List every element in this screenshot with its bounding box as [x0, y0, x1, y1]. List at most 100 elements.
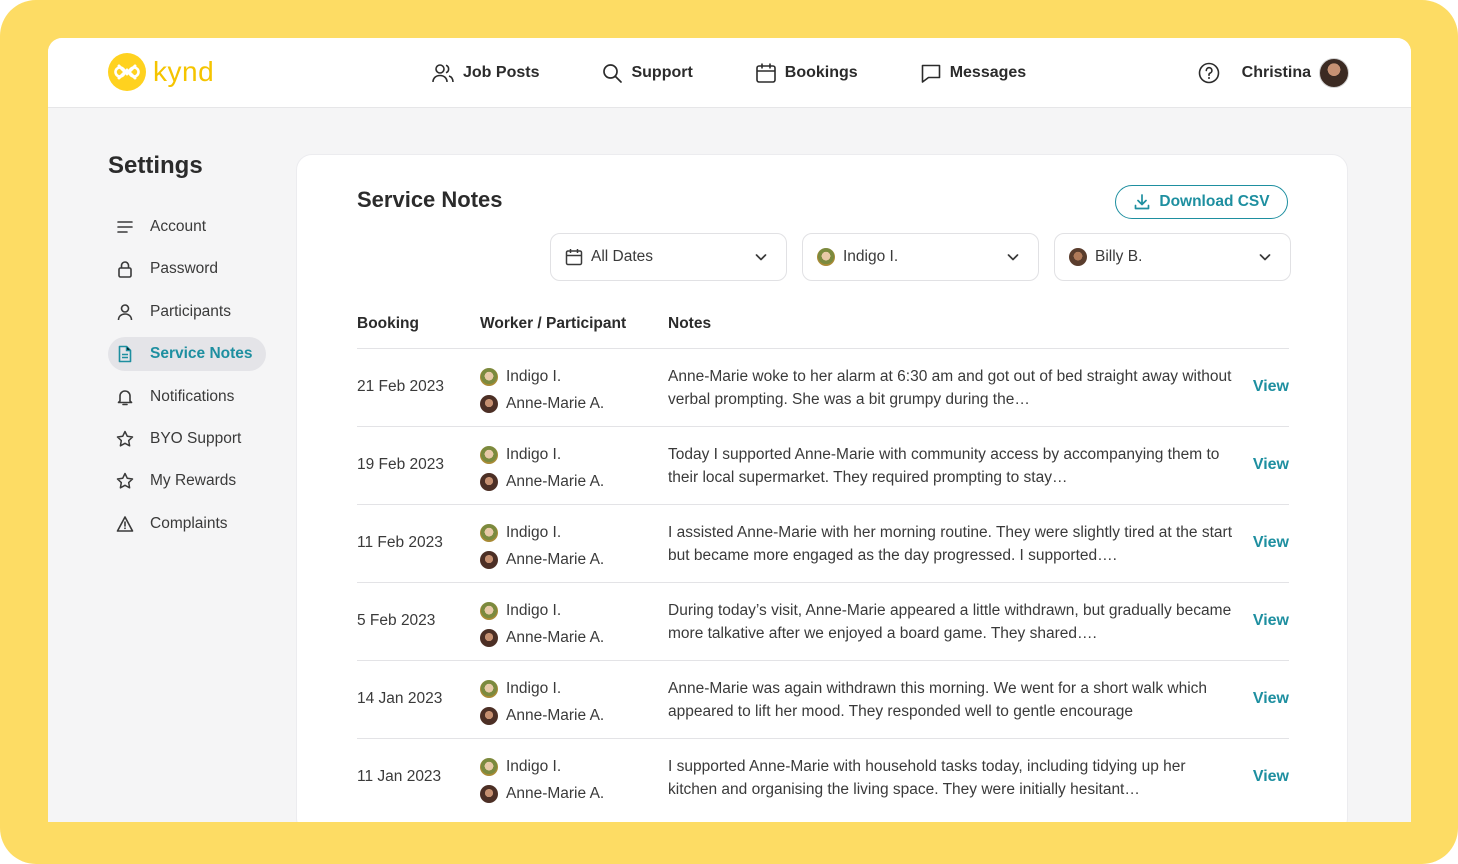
lock-icon — [116, 260, 134, 279]
sidebar-item-label: Notifications — [150, 387, 235, 405]
users-icon — [432, 64, 454, 83]
participant-avatar-icon — [1069, 248, 1087, 266]
avatar — [480, 445, 498, 464]
user-icon — [116, 303, 134, 321]
sidebar-item-password[interactable]: Password — [108, 252, 266, 286]
note-text: During today’s visit, Anne-Marie appeare… — [668, 602, 1232, 642]
settings-sidebar: Account Password Participants Service No… — [108, 210, 266, 549]
view-link[interactable]: View — [1253, 768, 1289, 786]
nav-messages-label: Messages — [949, 64, 1027, 81]
download-csv-button[interactable]: Download CSV — [1115, 185, 1288, 219]
worker: Indigo I. — [480, 519, 604, 546]
people-cell: Indigo I. Anne-Marie A. — [480, 363, 604, 417]
user-name[interactable]: Christina — [1242, 64, 1311, 82]
star-icon — [116, 430, 134, 448]
worker-name: Indigo I. — [506, 601, 562, 619]
table-row: 11 Jan 2023 Indigo I. Anne-Marie A. I su… — [357, 739, 1289, 817]
nav-support[interactable]: Support — [601, 62, 693, 84]
column-header-notes: Notes — [668, 315, 712, 332]
table-row: 11 Feb 2023 Indigo I. Anne-Marie A. I as… — [357, 505, 1289, 583]
chat-icon — [921, 64, 940, 83]
column-header-worker-participant: Worker / Participant — [480, 315, 627, 332]
avatar — [480, 628, 498, 647]
view-link[interactable]: View — [1253, 378, 1289, 396]
view-link[interactable]: View — [1253, 690, 1289, 708]
avatar — [480, 784, 498, 803]
sidebar-item-byo-support[interactable]: BYO Support — [108, 422, 266, 456]
table-row: 19 Feb 2023 Indigo I. Anne-Marie A. Toda… — [357, 427, 1289, 505]
avatar — [480, 550, 498, 569]
top-navigation-bar: kynd Job Posts Support Bookings Messages — [48, 38, 1411, 108]
participant: Anne-Marie A. — [480, 780, 604, 807]
download-icon — [1135, 194, 1150, 210]
note-text: I assisted Anne-Marie with her morning r… — [668, 524, 1233, 564]
service-notes-card: Service Notes Download CSV All Dates Ind… — [296, 154, 1348, 822]
worker: Indigo I. — [480, 363, 604, 390]
booking-date: 19 Feb 2023 — [357, 456, 445, 473]
date-filter-dropdown[interactable]: All Dates — [550, 233, 787, 281]
sidebar-item-label: BYO Support — [150, 429, 242, 447]
worker-name: Indigo I. — [506, 523, 562, 541]
kynd-logo[interactable]: kynd — [108, 52, 214, 92]
document-icon — [116, 345, 134, 363]
participant-name: Anne-Marie A. — [506, 628, 605, 646]
avatar — [480, 394, 498, 413]
filter-bar: All Dates Indigo I. Billy B. — [550, 233, 1291, 281]
participant: Anne-Marie A. — [480, 546, 604, 573]
nav-bookings-label: Bookings — [784, 64, 858, 81]
participant-filter-value: Billy B. — [1095, 248, 1143, 265]
view-link[interactable]: View — [1253, 534, 1289, 552]
participant: Anne-Marie A. — [480, 468, 604, 495]
worker-name: Indigo I. — [506, 757, 562, 775]
participant-name: Anne-Marie A. — [506, 394, 605, 412]
worker-filter-dropdown[interactable]: Indigo I. — [802, 233, 1039, 281]
nav-support-label: Support — [631, 64, 693, 81]
nav-job-posts[interactable]: Job Posts — [431, 62, 539, 84]
chevron-down-icon — [1007, 254, 1019, 261]
worker: Indigo I. — [480, 753, 604, 780]
download-csv-label: Download CSV — [1159, 193, 1270, 210]
calendar-icon — [755, 63, 776, 83]
warning-icon — [116, 515, 134, 533]
booking-date: 21 Feb 2023 — [357, 378, 445, 395]
sidebar-item-participants[interactable]: Participants — [108, 295, 266, 329]
note-text: I supported Anne-Marie with household ta… — [668, 758, 1186, 798]
logo-icon — [108, 53, 146, 91]
sidebar-item-notifications[interactable]: Notifications — [108, 380, 266, 414]
worker-name: Indigo I. — [506, 445, 562, 463]
avatar — [480, 472, 498, 491]
avatar[interactable] — [1319, 58, 1349, 88]
sidebar-item-label: Participants — [150, 302, 231, 320]
people-cell: Indigo I. Anne-Marie A. — [480, 753, 604, 807]
worker-name: Indigo I. — [506, 367, 562, 385]
note-text: Anne-Marie woke to her alarm at 6:30 am … — [668, 368, 1232, 408]
sidebar-item-label: Service Notes — [150, 345, 253, 363]
help-circle-icon[interactable] — [1198, 62, 1220, 84]
sidebar-item-my-rewards[interactable]: My Rewards — [108, 464, 266, 498]
chevron-down-icon — [755, 254, 767, 261]
nav-bookings[interactable]: Bookings — [755, 62, 858, 84]
chevron-down-icon — [1259, 254, 1271, 261]
sidebar-item-complaints[interactable]: Complaints — [108, 507, 266, 541]
logo-text: kynd — [153, 56, 215, 87]
participant-name: Anne-Marie A. — [506, 784, 605, 802]
sidebar-item-label: My Rewards — [150, 472, 237, 490]
user-menu: Christina — [1198, 38, 1349, 108]
sidebar-item-label: Account — [150, 218, 207, 235]
view-link[interactable]: View — [1253, 456, 1289, 474]
booking-date: 14 Jan 2023 — [357, 690, 443, 707]
table-row: 21 Feb 2023 Indigo I. Anne-Marie A. Anne… — [357, 349, 1289, 427]
avatar — [1069, 248, 1087, 266]
view-link[interactable]: View — [1253, 612, 1289, 630]
sidebar-item-account[interactable]: Account — [108, 210, 266, 244]
participant-filter-dropdown[interactable]: Billy B. — [1054, 233, 1291, 281]
booking-date: 11 Jan 2023 — [357, 768, 442, 785]
sidebar-item-label: Complaints — [150, 514, 228, 532]
people-cell: Indigo I. Anne-Marie A. — [480, 441, 604, 495]
nav-messages[interactable]: Messages — [920, 62, 1027, 84]
sidebar-item-service-notes[interactable]: Service Notes — [108, 337, 266, 372]
avatar — [480, 367, 498, 386]
avatar — [480, 757, 498, 776]
settings-title: Settings — [108, 152, 203, 179]
sidebar-item-label: Password — [150, 260, 219, 278]
